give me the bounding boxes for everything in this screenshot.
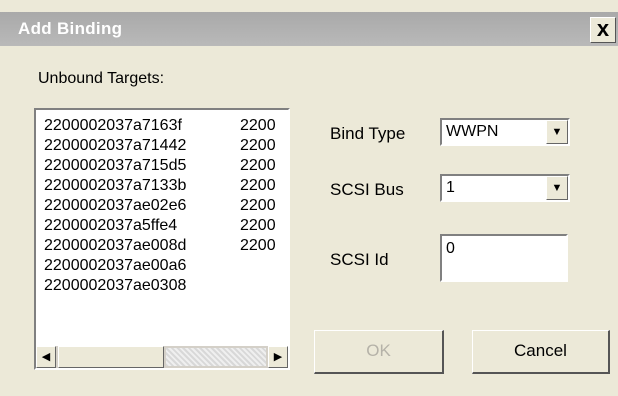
- list-item[interactable]: 2200002037a715d5: [44, 156, 244, 176]
- cancel-button[interactable]: Cancel: [472, 330, 610, 374]
- horizontal-scrollbar[interactable]: ◀ ▶: [36, 346, 288, 368]
- list-item[interactable]: 2200002037ae00a6: [44, 256, 244, 276]
- scsi-bus-value: 1: [446, 179, 455, 196]
- scsi-bus-label: SCSI Bus: [330, 180, 404, 199]
- ok-button[interactable]: OK: [314, 330, 444, 374]
- scsi-id-input[interactable]: 0: [440, 234, 568, 282]
- list-item[interactable]: 2200: [240, 176, 282, 196]
- bind-type-label: Bind Type: [330, 124, 406, 143]
- chevron-down-icon: ▼: [551, 182, 563, 194]
- dialog-title: Add Binding: [18, 19, 123, 38]
- unbound-targets-label: Unbound Targets:: [38, 70, 165, 87]
- list-item[interactable]: 2200002037a7163f: [44, 116, 244, 136]
- scsi-id-label: SCSI Id: [330, 250, 389, 269]
- list-item[interactable]: 2200: [240, 136, 282, 156]
- list-item[interactable]: 2200002037a7133b: [44, 176, 244, 196]
- scroll-right-button[interactable]: ▶: [268, 346, 288, 368]
- bind-type-dropdown-button[interactable]: ▼: [546, 120, 568, 144]
- scroll-left-button[interactable]: ◀: [36, 346, 56, 368]
- list-item[interactable]: 2200002037ae0308: [44, 276, 244, 296]
- list-item[interactable]: 2200: [240, 196, 282, 216]
- chevron-down-icon: ▼: [551, 126, 563, 138]
- title-bar: Add Binding: [0, 12, 618, 46]
- close-button[interactable]: x: [590, 17, 616, 43]
- scsi-bus-select[interactable]: 1 ▼: [440, 174, 570, 202]
- unbound-targets-list[interactable]: 2200002037a7163f 2200002037a71442 22000020…: [34, 108, 290, 370]
- list-item[interactable]: 2200002037ae008d: [44, 236, 244, 256]
- list-item[interactable]: 2200: [240, 216, 282, 236]
- bind-type-select[interactable]: WWPN ▼: [440, 118, 570, 146]
- list-item[interactable]: 2200002037ae02e6: [44, 196, 244, 216]
- list-item[interactable]: 2200002037a5ffe4: [44, 216, 244, 236]
- scsi-bus-dropdown-button[interactable]: ▼: [546, 176, 568, 200]
- list-item[interactable]: 2200002037a71442: [44, 136, 244, 156]
- scroll-track[interactable]: [166, 348, 266, 366]
- list-item[interactable]: 2200: [240, 156, 282, 176]
- bind-type-value: WWPN: [446, 123, 499, 140]
- close-icon: x: [596, 16, 610, 41]
- scroll-thumb[interactable]: [58, 346, 164, 368]
- list-item[interactable]: 2200: [240, 116, 282, 136]
- list-item[interactable]: 2200: [240, 236, 282, 256]
- add-binding-dialog: Add Binding x Unbound Targets: 220000203…: [0, 0, 618, 396]
- arrow-right-icon: ▶: [273, 351, 283, 363]
- arrow-left-icon: ◀: [41, 351, 51, 363]
